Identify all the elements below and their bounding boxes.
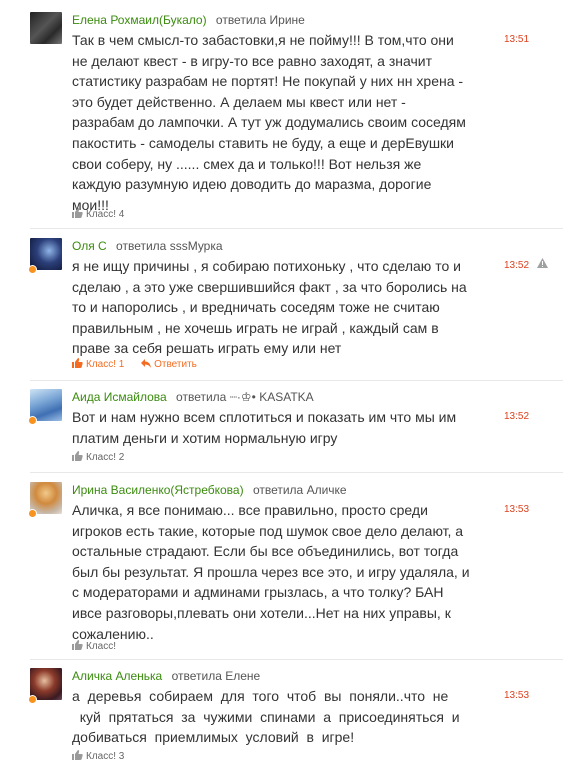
comment-line: игроков есть такие, которые под шумок св… — [72, 522, 464, 539]
author-name[interactable]: Аличка Аленька — [72, 669, 162, 683]
klass-button[interactable]: Класс! — [86, 359, 116, 370]
reply-button[interactable]: Ответить — [141, 358, 197, 371]
comment-time: 13:52 — [504, 411, 530, 422]
comment-line: куй прятаться за чужими спинами а присое… — [72, 708, 460, 725]
divider — [30, 380, 563, 381]
author-name[interactable]: Аида Исмайлова — [72, 390, 167, 404]
replied-label: ответила — [252, 483, 304, 497]
comment-text: я не ищу причины , я собираю потихоньку … — [72, 256, 490, 359]
klass-button[interactable]: Класс! — [86, 641, 116, 652]
divider — [30, 659, 563, 660]
comment-line: свои соберу, ну ...... смех да и только!… — [72, 155, 422, 172]
klass-count: 3 — [118, 751, 125, 763]
klass-button[interactable]: Класс! — [86, 452, 116, 463]
klass-count: 1 — [118, 359, 125, 371]
comment-line: сожалению.. — [72, 625, 154, 642]
comment-line: Так в чем смысл-то забастовки,я не пойму… — [72, 32, 454, 48]
author-name[interactable]: Ирина Василенко(Ястребкова) — [72, 483, 244, 497]
comment-line: добиваться приемлимых условий в игре! — [72, 729, 355, 746]
divider — [30, 472, 563, 473]
comment-time: 13:52 — [504, 260, 530, 271]
thumbs-up-icon[interactable] — [72, 358, 83, 371]
comment-time: 13:51 — [504, 34, 530, 45]
comment-line: то и напоролись , и вредничать соседям т… — [72, 299, 440, 316]
comment-line: статистику разрабам не портят! Не покупа… — [72, 73, 464, 90]
reply-label: Ответить — [154, 359, 197, 371]
thumbs-up-icon[interactable] — [72, 640, 83, 653]
comment-line: с модераторами и админами грызлась, а чт… — [72, 584, 444, 601]
comment-line: сделаю , а это уже свершившийся факт , з… — [72, 278, 467, 295]
comment-line: а деревья собираем для того чтоб вы поня… — [72, 688, 449, 704]
comment-actions: Класс! — [72, 640, 116, 653]
comment-line: разрабам до лампочки. А тут уж додумалис… — [72, 114, 466, 131]
avatar[interactable] — [30, 12, 62, 44]
comment-time: 13:53 — [504, 690, 530, 701]
comment-line: правильным , не хочешь играть не играй ,… — [72, 319, 439, 336]
replied-label: ответила — [171, 669, 222, 683]
comment-text: Так в чем смысл-то забастовки,я не пойму… — [72, 30, 490, 215]
comment-header: Аличка Аленька ответила Елене — [72, 669, 260, 683]
thumbs-up-icon[interactable] — [72, 750, 83, 763]
klass-count: 2 — [118, 452, 125, 464]
comment-line: остальные страдают. Если бы все объедини… — [72, 543, 459, 560]
replied-label: ответила — [176, 390, 227, 404]
comment-line: Вот и нам нужно всем сплотиться и показа… — [72, 409, 457, 425]
comment-line: каждую разумную идею доводить до маразма… — [72, 176, 432, 193]
comment-actions: Класс! 4 — [72, 208, 124, 221]
comment-actions: Класс! 3 — [72, 750, 124, 763]
online-indicator — [28, 695, 37, 704]
comment-time: 13:53 — [504, 504, 530, 515]
thumbs-up-icon[interactable] — [72, 208, 83, 221]
comment-actions: Класс! 1 Ответить — [72, 358, 197, 371]
reply-target[interactable]: Ирине — [270, 13, 305, 27]
klass-button[interactable]: Класс! — [86, 209, 116, 220]
comment-text: Аличка, я все понимаю... все правильно, … — [72, 500, 490, 644]
comment-text: а деревья собираем для того чтоб вы поня… — [72, 686, 490, 748]
comment-line: ивсе разговоры,плевать они хотели...Нет … — [72, 604, 451, 621]
comment-line: это будет действенно. А делаем мы квест … — [72, 93, 406, 110]
online-indicator — [28, 265, 37, 274]
comment-header: Ирина Василенко(Ястребкова) ответила Али… — [72, 483, 347, 497]
comment-line: был бы результат. Я прошла через все это… — [72, 563, 470, 580]
replied-label: ответила — [116, 239, 167, 253]
divider — [30, 228, 563, 229]
reply-arrow-icon — [141, 358, 152, 371]
comment-header: Елена Рохмаил(Букало) ответила Ирине — [72, 13, 305, 27]
klass-button[interactable]: Класс! — [86, 751, 116, 762]
comment-line: праве за себя решать играть ему или нет — [72, 340, 342, 357]
warning-icon[interactable] — [537, 258, 548, 271]
comment-line: не делают квест - в игру-то все равно за… — [72, 52, 432, 69]
author-name[interactable]: Елена Рохмаил(Букало) — [72, 13, 207, 27]
comment-line: Аличка, я все понимаю... все правильно, … — [72, 502, 428, 518]
comment-text: Вот и нам нужно всем сплотиться и показа… — [72, 407, 490, 448]
comment-header: Оля С ответила sssМурка — [72, 239, 223, 253]
replied-label: ответила — [215, 13, 267, 27]
comment-line: платим деньги и хотим нормальную игру — [72, 429, 338, 446]
comment-header: Аида Исмайлова ответила ┈·♔• KASATKA — [72, 390, 314, 404]
comment-line: я не ищу причины , я собираю потихоньку … — [72, 258, 461, 274]
comment-line: мои!!! — [72, 196, 109, 213]
klass-count: 4 — [118, 209, 125, 221]
reply-target[interactable]: ┈·♔• KASATKA — [230, 390, 314, 404]
online-indicator — [28, 509, 37, 518]
comment-actions: Класс! 2 — [72, 451, 124, 464]
reply-target[interactable]: Елене — [225, 669, 260, 683]
comment-line: пакостить - самоделы ставить не буду, а … — [72, 134, 455, 151]
online-indicator — [28, 416, 37, 425]
thumbs-up-icon[interactable] — [72, 451, 83, 464]
reply-target[interactable]: Аличке — [307, 483, 347, 497]
reply-target[interactable]: sssМурка — [170, 239, 223, 253]
author-name[interactable]: Оля С — [72, 239, 107, 253]
